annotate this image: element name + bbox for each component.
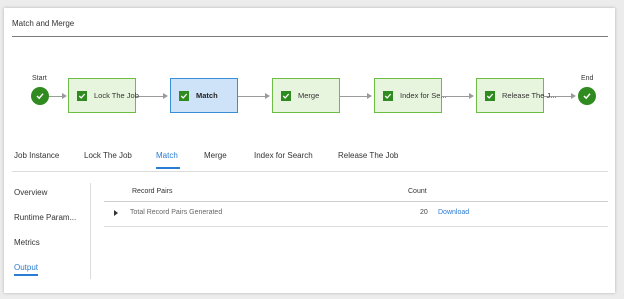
nav-output[interactable]: Output — [14, 263, 38, 272]
connector — [136, 96, 164, 97]
check-icon — [77, 90, 87, 101]
check-icon — [179, 90, 189, 101]
workflow-step-label: Index for Se... — [400, 91, 447, 100]
nav-overview[interactable]: Overview — [14, 188, 47, 197]
check-icon — [281, 90, 291, 101]
connector — [49, 96, 63, 97]
column-header-count: Count — [408, 188, 427, 195]
tab-merge[interactable]: Merge — [204, 151, 227, 160]
nav-metrics[interactable]: Metrics — [14, 238, 40, 247]
workflow-step-label: Lock The Job — [94, 91, 139, 100]
check-icon — [36, 93, 44, 100]
arrow-icon — [62, 93, 67, 99]
start-label: Start — [32, 75, 47, 82]
arrow-icon — [265, 93, 270, 99]
tab-release-the-job[interactable]: Release The Job — [338, 151, 398, 160]
workflow-step-release-the-job[interactable]: Release The J... — [476, 78, 556, 113]
expand-caret-icon[interactable] — [114, 210, 118, 216]
active-tab-indicator — [156, 167, 180, 169]
download-link[interactable]: Download — [438, 209, 469, 216]
tabs-divider — [12, 171, 608, 172]
tab-job-instance[interactable]: Job Instance — [14, 151, 59, 160]
count-cell: 20 — [420, 209, 428, 216]
table-row-divider — [104, 226, 608, 227]
active-nav-indicator — [14, 274, 38, 276]
nav-divider — [90, 183, 91, 279]
workflow-step-lock-the-job[interactable]: Lock The Job — [68, 78, 139, 113]
tab-match[interactable]: Match — [156, 151, 178, 160]
record-pairs-cell: Total Record Pairs Generated — [130, 209, 223, 216]
end-label: End — [581, 75, 594, 82]
workflow-step-label: Match — [196, 91, 218, 100]
connector — [340, 96, 368, 97]
workflow-step-match[interactable]: Match — [170, 78, 238, 113]
table-row: Total Record Pairs Generated 20 Download — [104, 205, 608, 225]
table-header-divider — [104, 201, 608, 202]
check-icon — [485, 90, 495, 101]
nav-runtime-parameters[interactable]: Runtime Param... — [14, 213, 76, 222]
start-node[interactable] — [31, 87, 49, 105]
arrow-icon — [163, 93, 168, 99]
arrow-icon — [367, 93, 372, 99]
end-node[interactable] — [578, 87, 596, 105]
job-workflow: Start Lock The Job Match Merge Index for… — [0, 0, 624, 130]
connector — [238, 96, 266, 97]
workflow-step-label: Merge — [298, 91, 320, 100]
arrow-icon — [469, 93, 474, 99]
check-icon — [383, 90, 393, 101]
check-icon — [583, 93, 591, 100]
tab-index-for-search[interactable]: Index for Search — [254, 151, 313, 160]
tab-lock-the-job[interactable]: Lock The Job — [84, 151, 132, 160]
workflow-step-index-for-search[interactable]: Index for Se... — [374, 78, 447, 113]
arrow-icon — [571, 93, 576, 99]
table-header: Record Pairs Count — [104, 186, 608, 200]
workflow-step-label: Release The J... — [502, 91, 557, 100]
workflow-step-merge[interactable]: Merge — [272, 78, 340, 113]
column-header-record-pairs: Record Pairs — [132, 188, 173, 195]
